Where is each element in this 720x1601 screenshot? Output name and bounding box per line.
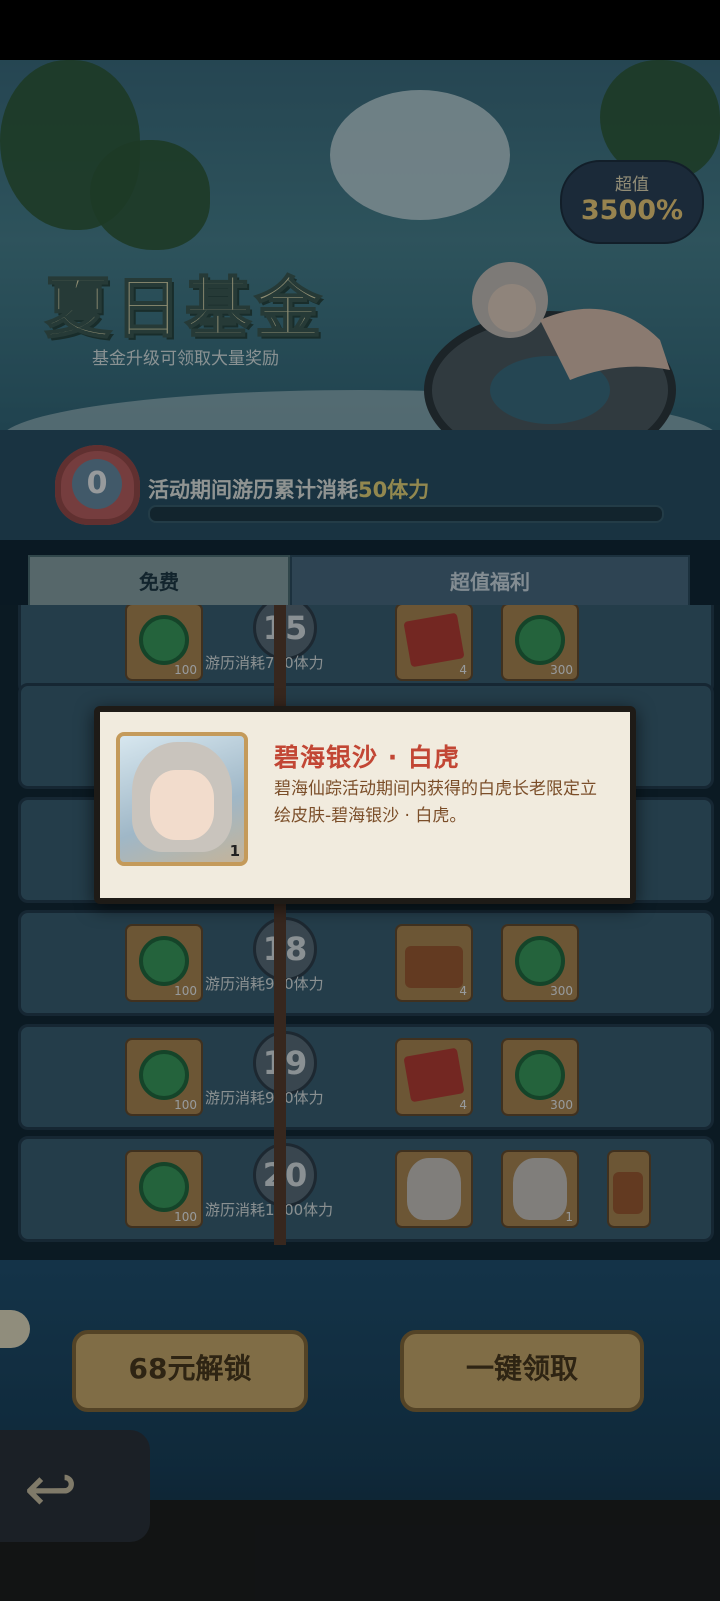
- tooltip-title: 碧海银沙 · 白虎: [274, 743, 460, 772]
- portrait-qty: 1: [229, 842, 240, 860]
- portrait-face: [150, 770, 214, 840]
- game-screen: 夏日基金 基金升级可领取大量奖励 超值 3500% 0 活动期间游历累计消耗50…: [0, 0, 720, 1601]
- item-tooltip: 1 碧海银沙 · 白虎 碧海仙踪活动期间内获得的白虎长老限定立绘皮肤-碧海银沙 …: [94, 706, 636, 904]
- skin-portrait-icon: 1: [116, 732, 248, 866]
- tooltip-description: 碧海仙踪活动期间内获得的白虎长老限定立绘皮肤-碧海银沙 · 白虎。: [274, 779, 597, 826]
- status-bar: [0, 0, 720, 60]
